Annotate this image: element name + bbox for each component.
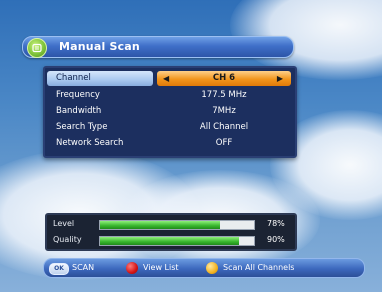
setting-value: 7MHz [212, 106, 236, 116]
tv-screen: Manual Scan Channel ◀ CH 6 ▶ Frequency 1… [0, 0, 382, 292]
setting-value: 177.5 MHz [201, 90, 247, 100]
signal-level-bar [99, 220, 255, 230]
signal-quality-label: Quality [53, 235, 82, 244]
setting-label: Bandwidth [56, 106, 102, 116]
setting-row-frequency[interactable]: Frequency 177.5 MHz [45, 88, 295, 103]
signal-panel: Level 78% Quality 90% [45, 213, 297, 251]
signal-level-fill [100, 221, 221, 229]
setting-label: Search Type [56, 122, 108, 132]
signal-quality-row: Quality 90% [47, 233, 295, 247]
signal-quality-fill [100, 237, 239, 245]
signal-level-percent: 78% [267, 219, 285, 228]
channel-selector[interactable]: ◀ CH 6 ▶ [157, 71, 291, 86]
setting-label: Frequency [56, 90, 100, 100]
satellite-dish-icon [27, 38, 47, 58]
arrow-left-icon[interactable]: ◀ [163, 71, 169, 86]
setting-value: OFF [215, 138, 233, 148]
setting-row-channel[interactable]: Channel ◀ CH 6 ▶ [45, 71, 295, 86]
setting-label: Network Search [56, 138, 124, 148]
setting-value: CH 6 [212, 73, 236, 83]
signal-quality-percent: 90% [267, 235, 285, 244]
signal-level-row: Level 78% [47, 217, 295, 231]
setting-value: All Channel [199, 122, 249, 132]
ok-button-icon: OK [49, 263, 69, 275]
setting-row-network-search[interactable]: Network Search OFF [45, 136, 295, 151]
setting-row-search-type[interactable]: Search Type All Channel [45, 120, 295, 135]
yellow-hint-label: Scan All Channels [223, 263, 295, 272]
yellow-button-icon [206, 262, 218, 274]
setting-label: Channel [47, 71, 153, 86]
menu-title-bar: Manual Scan [22, 36, 294, 58]
arrow-right-icon[interactable]: ▶ [277, 71, 283, 86]
red-button-icon [126, 262, 138, 274]
signal-quality-bar [99, 236, 255, 246]
help-bar: OK SCAN View List Scan All Channels [43, 258, 365, 278]
red-hint-label: View List [143, 263, 179, 272]
ok-scan-hint[interactable]: OK SCAN [44, 259, 114, 277]
page-title: Manual Scan [59, 40, 140, 53]
setting-row-bandwidth[interactable]: Bandwidth 7MHz [45, 104, 295, 119]
signal-level-label: Level [53, 219, 75, 228]
scan-settings-panel: Channel ◀ CH 6 ▶ Frequency 177.5 MHz Ban… [43, 66, 297, 158]
yellow-scan-all-hint[interactable]: Scan All Channels [206, 259, 356, 277]
red-view-list-hint[interactable]: View List [126, 259, 206, 277]
ok-hint-label: SCAN [72, 263, 95, 272]
